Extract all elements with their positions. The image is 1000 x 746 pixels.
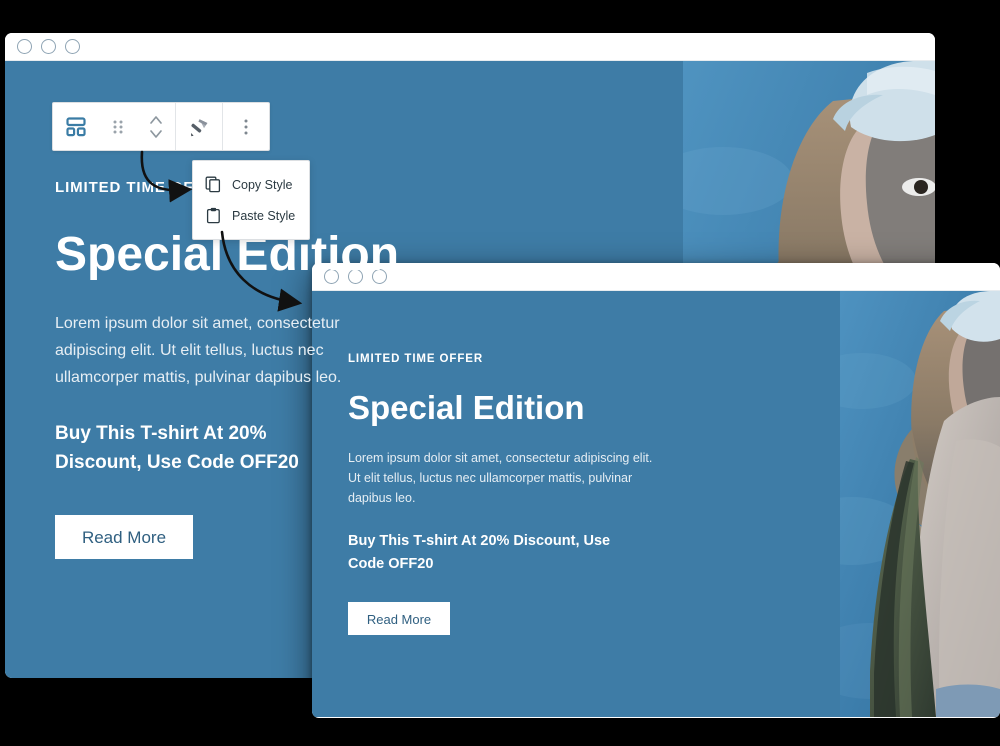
copy-icon xyxy=(205,176,222,193)
hero-content-front: LIMITED TIME OFFER Special Edition Lorem… xyxy=(312,291,1000,635)
hero-promo-front: Buy This T-shirt At 20% Discount, Use Co… xyxy=(348,532,611,572)
paste-style-label: Paste Style xyxy=(232,208,296,223)
paste-style-menu-item[interactable]: Paste Style xyxy=(193,200,309,231)
drag-dots-icon[interactable] xyxy=(99,103,137,150)
columns-block-icon[interactable] xyxy=(53,103,99,150)
block-toolbar-group-more xyxy=(223,103,269,150)
hero-section-front: LIMITED TIME OFFER Special Edition Lorem… xyxy=(312,291,1000,717)
hero-eyebrow-back: LIMITED TIME OFFER xyxy=(55,179,227,196)
window-dot-maximize[interactable] xyxy=(65,39,80,54)
chevron-up-down-icon[interactable] xyxy=(137,103,175,150)
copy-paste-style-menu[interactable]: Copy Style Paste Style xyxy=(192,160,310,240)
copy-style-label: Copy Style xyxy=(232,177,293,192)
copy-style-menu-item[interactable]: Copy Style xyxy=(193,169,309,200)
read-more-button-back[interactable]: Read More xyxy=(55,515,193,560)
hero-headline-front: Special Edition xyxy=(348,389,585,426)
screenshot-stage: LIMITED TIME OFFER Special Edition Lorem… xyxy=(0,0,1000,746)
hero-headline-back: Special Edition xyxy=(55,228,400,281)
block-toolbar-group-primary xyxy=(53,103,176,150)
kebab-menu-icon[interactable] xyxy=(223,103,269,150)
clipboard-icon xyxy=(205,207,222,224)
read-more-button-front[interactable]: Read More xyxy=(348,601,450,635)
browser-window-front: LIMITED TIME OFFER Special Edition Lorem… xyxy=(312,263,1000,718)
paintbrush-icon[interactable] xyxy=(176,103,222,150)
hero-body-front: Lorem ipsum dolor sit amet, consectetur … xyxy=(348,450,653,505)
window-titlebar-back xyxy=(5,33,935,61)
hero-eyebrow-front: LIMITED TIME OFFER xyxy=(348,353,484,365)
window-dot-close[interactable] xyxy=(17,39,32,54)
hero-body-back: Lorem ipsum dolor sit amet, consectetur … xyxy=(55,315,342,387)
block-toolbar-group-style xyxy=(176,103,223,150)
block-toolbar[interactable] xyxy=(52,102,270,151)
hero-promo-back: Buy This T-shirt At 20% Discount, Use Co… xyxy=(55,423,299,474)
window-dot-minimize[interactable] xyxy=(41,39,56,54)
